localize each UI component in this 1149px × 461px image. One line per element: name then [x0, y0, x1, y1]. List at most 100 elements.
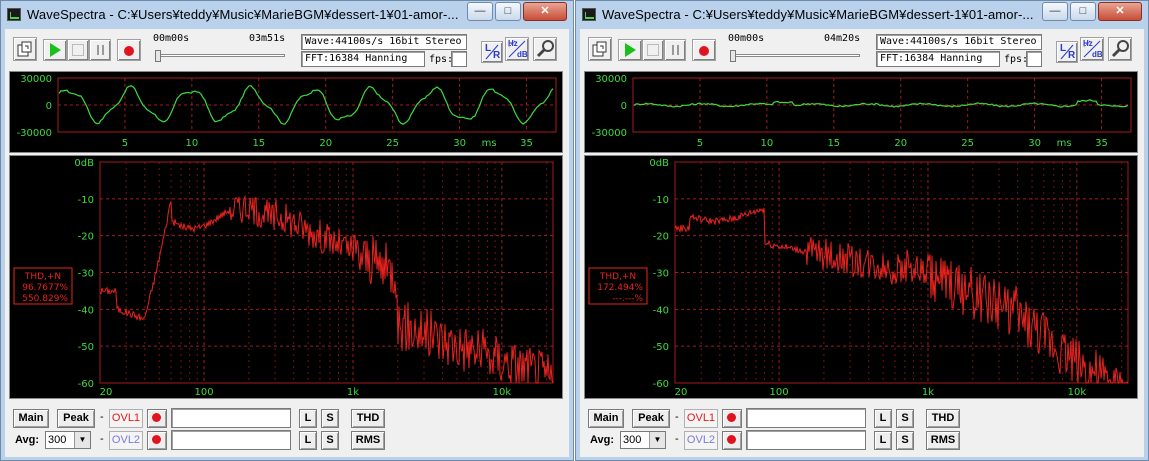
y-tick-label: -10 [78, 195, 94, 206]
hz-db-button[interactable]: Hz dB [505, 37, 529, 61]
fps-value-box [451, 51, 467, 67]
channel-lr-button[interactable]: L R [1056, 41, 1078, 63]
y-tick-label: -30000 [592, 128, 627, 139]
lr-divider-icon [1060, 44, 1074, 60]
x-unit-label: ms [1057, 138, 1072, 149]
x-tick-label: 1k [347, 387, 359, 398]
settings-button[interactable] [533, 37, 557, 61]
close-button[interactable]: ✕ [1098, 2, 1142, 21]
toolbar: 00m00s 03m51s Wave:44100s/s 16bit Stereo… [5, 29, 569, 69]
oscilloscope-panel: 30000 0 -30000 5 10 15 20 25 30 35 ms [9, 71, 563, 153]
pause-icon [672, 45, 674, 55]
main-button[interactable]: Main [13, 409, 49, 428]
y-tick-label: -60 [78, 379, 94, 390]
title-bar[interactable]: WaveSpectra - C:¥Users¥teddy¥Music¥Marie… [1, 1, 573, 29]
record-icon [152, 413, 161, 422]
wavespectra-window-1: WaveSpectra - C:¥Users¥teddy¥Music¥Marie… [0, 0, 574, 461]
seek-slider-thumb[interactable] [155, 50, 161, 62]
avg-select-value: 300 [623, 434, 642, 446]
wave-info: Wave:44100s/s 16bit Stereo [880, 36, 1037, 47]
s-button-1[interactable]: S [321, 409, 339, 428]
seek-slider[interactable] [155, 54, 285, 57]
chevron-down-icon[interactable]: ▼ [74, 432, 90, 448]
hz-db-scale-icon [508, 40, 526, 58]
x-tick-label: 100 [770, 387, 789, 398]
y-tick-label: -30 [78, 269, 94, 280]
y-tick-label: 0 [621, 101, 627, 112]
wave-info: Wave:44100s/s 16bit Stereo [305, 36, 462, 47]
stop-button[interactable] [67, 39, 89, 61]
record-icon [699, 46, 709, 56]
play-button[interactable] [618, 39, 642, 61]
maximize-button[interactable]: □ [495, 2, 521, 21]
thd-title: THD,+N [24, 272, 61, 282]
main-button[interactable]: Main [588, 409, 624, 428]
avg-select[interactable]: 300 ▼ [620, 431, 666, 449]
s-button-2[interactable]: S [896, 431, 914, 450]
x-tick-label: 100 [195, 387, 214, 398]
avg-select[interactable]: 300 ▼ [45, 431, 91, 449]
l-button-1[interactable]: L [874, 409, 892, 428]
open-file-button[interactable] [588, 37, 612, 61]
hz-db-button[interactable]: Hz dB [1080, 37, 1104, 61]
ovl2-reset-button[interactable] [722, 431, 742, 450]
x-tick-label: 35 [1095, 138, 1108, 149]
peak-button[interactable]: Peak [632, 409, 670, 428]
open-file-icon [17, 41, 32, 57]
wrench-icon [1111, 40, 1129, 58]
l-button-2[interactable]: L [874, 431, 892, 450]
y-tick-label: -30 [653, 269, 669, 280]
thd-button[interactable]: THD [351, 409, 385, 428]
x-tick-label: 25 [386, 138, 399, 149]
window-title: WaveSpectra - C:¥Users¥teddy¥Music¥Marie… [602, 7, 1034, 22]
seek-slider-thumb[interactable] [730, 50, 736, 62]
settings-button[interactable] [1108, 37, 1132, 61]
seek-slider[interactable] [730, 54, 860, 57]
maximize-button[interactable]: □ [1070, 2, 1096, 21]
chevron-down-icon[interactable]: ▼ [649, 432, 665, 448]
app-icon [582, 8, 596, 21]
ovl1-reset-button[interactable] [147, 409, 167, 428]
toolbar: 00m00s 04m20s Wave:44100s/s 16bit Stereo… [580, 29, 1144, 69]
y-tick-label: -40 [78, 305, 94, 316]
y-tick-label: -50 [78, 342, 94, 353]
record-button[interactable] [692, 39, 716, 61]
ovl2-reset-button[interactable] [147, 431, 167, 450]
spectrum-trace [99, 194, 554, 384]
s-button-2[interactable]: S [321, 431, 339, 450]
spectrum-chart: 0dB -10 -20 -30 -40 -50 -60 20 100 1k 10k THD,+N96.… [13, 158, 554, 398]
play-icon [625, 43, 636, 57]
thd-title: THD,+N [599, 272, 636, 282]
s-button-1[interactable]: S [896, 409, 914, 428]
rms-button[interactable]: RMS [351, 431, 385, 450]
title-bar[interactable]: WaveSpectra - C:¥Users¥teddy¥Music¥Marie… [576, 1, 1148, 29]
thd-button[interactable]: THD [926, 409, 960, 428]
ovl1-indicator: OVL1 [684, 409, 718, 428]
minimize-button[interactable]: — [467, 2, 493, 21]
close-button[interactable]: ✕ [523, 2, 567, 21]
open-file-button[interactable] [13, 37, 37, 61]
rms-button[interactable]: RMS [926, 431, 960, 450]
record-icon [152, 435, 161, 444]
l-button-2[interactable]: L [299, 431, 317, 450]
pause-button[interactable] [89, 39, 111, 61]
pause-button[interactable] [664, 39, 686, 61]
peak-button[interactable]: Peak [57, 409, 95, 428]
wavespectra-window-2: WaveSpectra - C:¥Users¥teddy¥Music¥Marie… [575, 0, 1149, 461]
open-file-icon [592, 41, 607, 57]
x-tick-label: 1k [922, 387, 934, 398]
record-button[interactable] [117, 39, 141, 61]
play-button[interactable] [43, 39, 67, 61]
thd-readout: THD,+N96.7677%550.829% [13, 267, 73, 305]
waveform-chart: 30000 0 -30000 5 10 15 20 25 30 35 ms [592, 74, 1132, 149]
level-meter-2 [746, 430, 866, 450]
duration-time: 04m20s [824, 33, 861, 44]
stop-button[interactable] [642, 39, 664, 61]
client-area: 00m00s 03m51s Wave:44100s/s 16bit Stereo… [5, 29, 569, 457]
minimize-button[interactable]: — [1042, 2, 1068, 21]
channel-lr-button[interactable]: L R [481, 41, 503, 63]
y-tick-label: -10 [653, 195, 669, 206]
pause-icon-bar [102, 45, 104, 55]
ovl1-reset-button[interactable] [722, 409, 742, 428]
l-button-1[interactable]: L [299, 409, 317, 428]
